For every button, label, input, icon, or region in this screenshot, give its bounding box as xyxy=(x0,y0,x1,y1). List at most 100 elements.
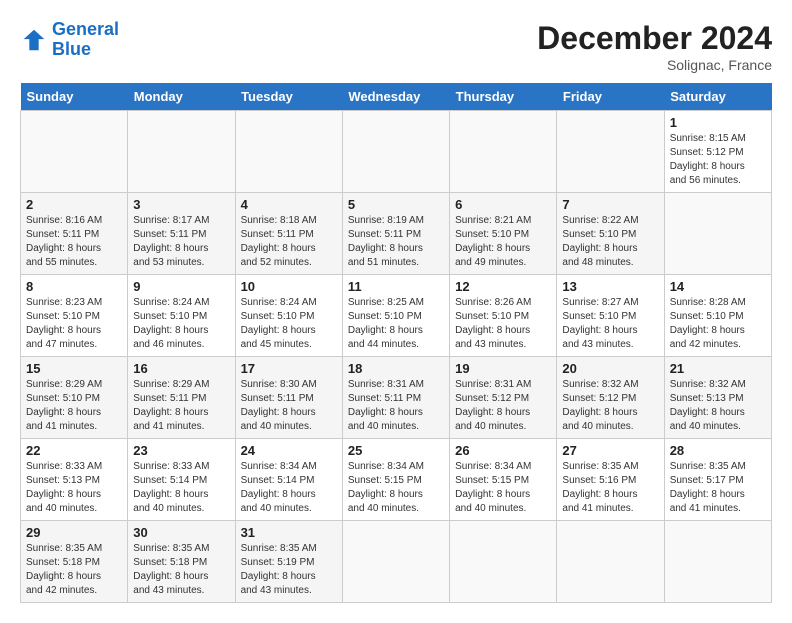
day-number: 3 xyxy=(133,197,229,212)
day-number: 26 xyxy=(455,443,551,458)
day-info: Sunrise: 8:29 AMSunset: 5:11 PMDaylight:… xyxy=(133,378,229,434)
day-number: 2 xyxy=(26,197,122,212)
calendar-cell: 18Sunrise: 8:31 AMSunset: 5:11 PMDayligh… xyxy=(342,357,449,439)
day-info: Sunrise: 8:35 AMSunset: 5:19 PMDaylight:… xyxy=(241,542,337,598)
day-number: 16 xyxy=(133,361,229,376)
day-info: Sunrise: 8:15 AMSunset: 5:12 PMDaylight:… xyxy=(670,132,766,188)
calendar-week-row: 15 Sunrise: 8:29 AMSunset: 5:10 PMDayligh… xyxy=(21,357,772,439)
calendar-cell: 19Sunrise: 8:31 AMSunset: 5:12 PMDayligh… xyxy=(450,357,557,439)
day-number: 1 xyxy=(670,115,766,130)
calendar-table: SundayMondayTuesdayWednesdayThursdayFrid… xyxy=(20,83,772,603)
calendar-cell: 20 Sunrise: 8:32 AMSunset: 5:12 PMDayligh… xyxy=(557,357,664,439)
calendar-cell xyxy=(557,111,664,193)
month-title: December 2024 xyxy=(537,20,772,57)
day-info: Sunrise: 8:35 AMSunset: 5:17 PMDaylight:… xyxy=(670,460,766,516)
day-info: Sunrise: 8:16 AMSunset: 5:11 PMDaylight:… xyxy=(26,214,122,270)
day-number: 15 xyxy=(26,361,122,376)
calendar-cell: 21Sunrise: 8:32 AMSunset: 5:13 PMDayligh… xyxy=(664,357,771,439)
calendar-week-row: 8 Sunrise: 8:23 AMSunset: 5:10 PMDaylight… xyxy=(21,275,772,357)
calendar-cell: 5 Sunrise: 8:19 AMSunset: 5:11 PMDaylight… xyxy=(342,193,449,275)
logo-text: General Blue xyxy=(52,20,119,60)
calendar-cell xyxy=(342,521,449,603)
calendar-cell: 11Sunrise: 8:25 AMSunset: 5:10 PMDayligh… xyxy=(342,275,449,357)
day-number: 9 xyxy=(133,279,229,294)
calendar-week-row: 1 Sunrise: 8:15 AMSunset: 5:12 PMDaylight… xyxy=(21,111,772,193)
day-info: Sunrise: 8:34 AMSunset: 5:15 PMDaylight:… xyxy=(455,460,551,516)
day-number: 28 xyxy=(670,443,766,458)
calendar-cell: 8 Sunrise: 8:23 AMSunset: 5:10 PMDaylight… xyxy=(21,275,128,357)
day-info: Sunrise: 8:32 AMSunset: 5:12 PMDaylight:… xyxy=(562,378,658,434)
day-number: 8 xyxy=(26,279,122,294)
day-number: 25 xyxy=(348,443,444,458)
day-number: 20 xyxy=(562,361,658,376)
day-info: Sunrise: 8:33 AMSunset: 5:14 PMDaylight:… xyxy=(133,460,229,516)
day-info: Sunrise: 8:24 AMSunset: 5:10 PMDaylight:… xyxy=(133,296,229,352)
day-number: 24 xyxy=(241,443,337,458)
day-number: 18 xyxy=(348,361,444,376)
calendar-cell xyxy=(664,521,771,603)
calendar-cell: 4Sunrise: 8:18 AMSunset: 5:11 PMDaylight… xyxy=(235,193,342,275)
location: Solignac, France xyxy=(537,57,772,73)
calendar-cell: 22Sunrise: 8:33 AMSunset: 5:13 PMDayligh… xyxy=(21,439,128,521)
calendar-cell: 15 Sunrise: 8:29 AMSunset: 5:10 PMDayligh… xyxy=(21,357,128,439)
day-info: Sunrise: 8:26 AMSunset: 5:10 PMDaylight:… xyxy=(455,296,551,352)
day-number: 11 xyxy=(348,279,444,294)
calendar-cell: 10 Sunrise: 8:24 AMSunset: 5:10 PMDayligh… xyxy=(235,275,342,357)
day-info: Sunrise: 8:23 AMSunset: 5:10 PMDaylight:… xyxy=(26,296,122,352)
calendar-cell: 6 Sunrise: 8:21 AMSunset: 5:10 PMDaylight… xyxy=(450,193,557,275)
calendar-cell: 16 Sunrise: 8:29 AMSunset: 5:11 PMDayligh… xyxy=(128,357,235,439)
weekday-header-saturday: Saturday xyxy=(664,83,771,111)
page-header: General Blue December 2024 Solignac, Fra… xyxy=(20,20,772,73)
calendar-cell xyxy=(342,111,449,193)
day-number: 10 xyxy=(241,279,337,294)
calendar-cell xyxy=(557,521,664,603)
day-number: 17 xyxy=(241,361,337,376)
logo: General Blue xyxy=(20,20,119,60)
calendar-week-row: 22Sunrise: 8:33 AMSunset: 5:13 PMDayligh… xyxy=(21,439,772,521)
day-number: 23 xyxy=(133,443,229,458)
day-number: 29 xyxy=(26,525,122,540)
calendar-cell xyxy=(235,111,342,193)
weekday-header-tuesday: Tuesday xyxy=(235,83,342,111)
day-info: Sunrise: 8:22 AMSunset: 5:10 PMDaylight:… xyxy=(562,214,658,270)
day-info: Sunrise: 8:29 AMSunset: 5:10 PMDaylight:… xyxy=(26,378,122,434)
calendar-cell: 7 Sunrise: 8:22 AMSunset: 5:10 PMDaylight… xyxy=(557,193,664,275)
logo-icon xyxy=(20,26,48,54)
weekday-header-row: SundayMondayTuesdayWednesdayThursdayFrid… xyxy=(21,83,772,111)
calendar-cell xyxy=(21,111,128,193)
day-number: 13 xyxy=(562,279,658,294)
day-info: Sunrise: 8:30 AMSunset: 5:11 PMDaylight:… xyxy=(241,378,337,434)
calendar-cell: 13Sunrise: 8:27 AMSunset: 5:10 PMDayligh… xyxy=(557,275,664,357)
weekday-header-friday: Friday xyxy=(557,83,664,111)
calendar-cell: 14Sunrise: 8:28 AMSunset: 5:10 PMDayligh… xyxy=(664,275,771,357)
calendar-cell: 12 Sunrise: 8:26 AMSunset: 5:10 PMDayligh… xyxy=(450,275,557,357)
calendar-cell: 26 Sunrise: 8:34 AMSunset: 5:15 PMDayligh… xyxy=(450,439,557,521)
day-number: 6 xyxy=(455,197,551,212)
day-info: Sunrise: 8:34 AMSunset: 5:14 PMDaylight:… xyxy=(241,460,337,516)
day-info: Sunrise: 8:24 AMSunset: 5:10 PMDaylight:… xyxy=(241,296,337,352)
calendar-cell: 25 Sunrise: 8:34 AMSunset: 5:15 PMDayligh… xyxy=(342,439,449,521)
day-info: Sunrise: 8:32 AMSunset: 5:13 PMDaylight:… xyxy=(670,378,766,434)
day-info: Sunrise: 8:35 AMSunset: 5:16 PMDaylight:… xyxy=(562,460,658,516)
weekday-header-wednesday: Wednesday xyxy=(342,83,449,111)
day-number: 19 xyxy=(455,361,551,376)
weekday-header-thursday: Thursday xyxy=(450,83,557,111)
day-number: 12 xyxy=(455,279,551,294)
day-info: Sunrise: 8:17 AMSunset: 5:11 PMDaylight:… xyxy=(133,214,229,270)
day-number: 31 xyxy=(241,525,337,540)
day-info: Sunrise: 8:19 AMSunset: 5:11 PMDaylight:… xyxy=(348,214,444,270)
day-number: 27 xyxy=(562,443,658,458)
day-info: Sunrise: 8:34 AMSunset: 5:15 PMDaylight:… xyxy=(348,460,444,516)
calendar-cell xyxy=(128,111,235,193)
calendar-cell xyxy=(664,193,771,275)
day-number: 5 xyxy=(348,197,444,212)
calendar-cell: 2 Sunrise: 8:16 AMSunset: 5:11 PMDaylight… xyxy=(21,193,128,275)
weekday-header-monday: Monday xyxy=(128,83,235,111)
calendar-week-row: 29Sunrise: 8:35 AMSunset: 5:18 PMDayligh… xyxy=(21,521,772,603)
calendar-cell: 23 Sunrise: 8:33 AMSunset: 5:14 PMDayligh… xyxy=(128,439,235,521)
day-number: 7 xyxy=(562,197,658,212)
title-block: December 2024 Solignac, France xyxy=(537,20,772,73)
day-info: Sunrise: 8:21 AMSunset: 5:10 PMDaylight:… xyxy=(455,214,551,270)
day-number: 22 xyxy=(26,443,122,458)
calendar-cell: 29Sunrise: 8:35 AMSunset: 5:18 PMDayligh… xyxy=(21,521,128,603)
